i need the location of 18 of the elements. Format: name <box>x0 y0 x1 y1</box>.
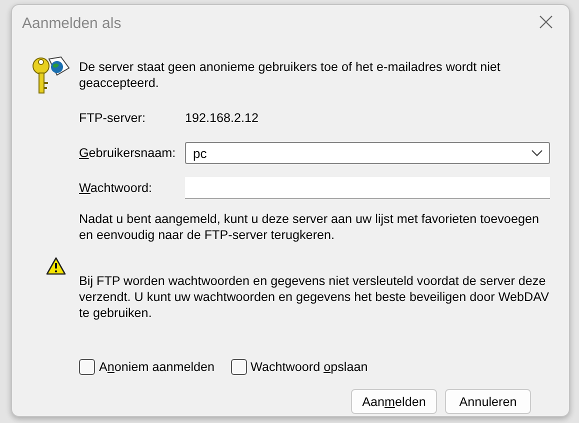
warning-icon <box>46 257 66 275</box>
username-dropdown[interactable]: pc <box>185 142 550 164</box>
chevron-down-icon <box>531 149 543 157</box>
close-button[interactable] <box>537 13 555 31</box>
password-label: Wachtwoord: <box>79 181 154 195</box>
info-text: Nadat u bent aangemeld, kunt u deze server aan uw lijst met favorieten toevoegen en eenvoudig naar de FTP-server terugkeren. <box>79 211 540 243</box>
server-address: 192.168.2.12 <box>185 111 259 125</box>
checkbox-option[interactable]: Wachtwoord opslaan <box>230 359 368 375</box>
dialog-button[interactable]: Annuleren <box>445 389 531 414</box>
close-icon <box>539 15 553 29</box>
password-field[interactable] <box>185 177 550 199</box>
username-label: Gebruikersnaam: <box>79 146 177 160</box>
window-title: Aanmelden als <box>22 14 122 32</box>
warning-text: Bij FTP worden wachtwoorden en gegevens niet versleuteld voordat de server deze verzendt. U kunt uw wachtwoorden en gegevens het beste beveiligen door WebDAV te gebruiken. <box>79 273 550 321</box>
checkbox-option[interactable]: Anoniem aanmelden <box>79 359 215 375</box>
error-message: De server staat geen anonieme gebruikers toe of het e-mailadres wordt niet geaccepteerd. <box>79 59 502 91</box>
server-label: FTP-server: <box>79 111 146 125</box>
dialog-button[interactable]: Aanmelden <box>351 389 437 414</box>
